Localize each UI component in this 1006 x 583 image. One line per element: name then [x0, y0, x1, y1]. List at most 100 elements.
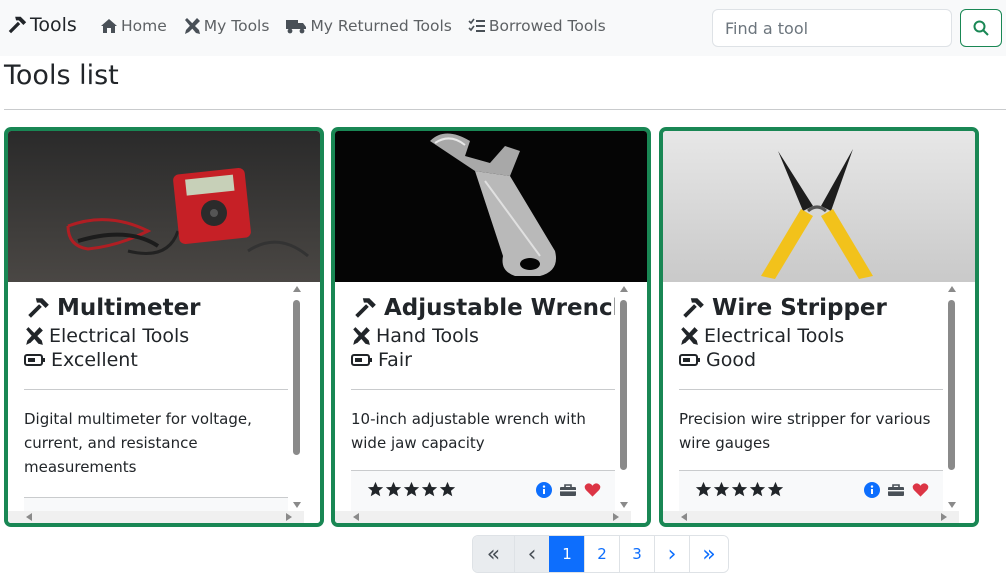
info-icon[interactable] [536, 482, 552, 498]
tool-condition: Excellent [24, 349, 138, 371]
vertical-scrollbar[interactable] [943, 282, 959, 511]
scroll-down-arrow[interactable] [948, 502, 956, 508]
nav-my-tools[interactable]: My Tools [183, 17, 270, 35]
hammer-icon [683, 298, 704, 318]
scroll-left-arrow[interactable] [353, 513, 359, 521]
battery-icon [679, 354, 700, 366]
tool-condition-label: Excellent [51, 349, 138, 371]
horizontal-scrollbar[interactable] [335, 511, 631, 523]
tool-category-label: Electrical Tools [704, 325, 845, 347]
star-icon [713, 481, 730, 497]
tool-name: Multimeter [24, 295, 201, 321]
tools-icon [26, 327, 43, 345]
pagination-page-3[interactable]: 3 [619, 536, 654, 572]
tool-category-label: Hand Tools [376, 325, 479, 347]
search-button[interactable] [960, 9, 1002, 47]
nav-my-returned-tools[interactable]: My Returned Tools [285, 17, 452, 35]
scroll-left-arrow[interactable] [681, 513, 687, 521]
card-body-scroll[interactable]: Adjustable Wrench Hand Tools Fair 10-inc… [335, 282, 647, 523]
pagination: « ‹ 1 2 3 › » [472, 535, 729, 573]
scrollbar-thumb[interactable] [948, 300, 955, 470]
card-body-scroll[interactable]: Wire Stripper Electrical Tools Good Prec… [663, 282, 975, 523]
search-input[interactable] [712, 9, 952, 47]
star-icon [767, 481, 784, 497]
tool-name: Wire Stripper [679, 295, 887, 321]
hammer-icon [355, 298, 376, 318]
tool-condition-label: Fair [378, 349, 412, 371]
rating-stars [695, 481, 784, 498]
tools-icon [681, 327, 698, 345]
horizontal-scrollbar[interactable] [663, 511, 959, 523]
home-icon [101, 19, 117, 33]
tool-description: Digital multimeter for voltage, current,… [24, 410, 252, 476]
tool-name-label: Multimeter [57, 295, 201, 321]
toolbox-icon[interactable] [887, 482, 905, 498]
scrollbar-thumb[interactable] [620, 300, 627, 470]
tool-name: Adjustable Wrench [351, 295, 615, 321]
tools-icon [184, 18, 200, 34]
scrollbar-thumb[interactable] [293, 300, 300, 455]
star-icon [403, 481, 420, 497]
card-footer [351, 470, 615, 511]
vertical-scrollbar[interactable] [288, 282, 304, 511]
tool-category: Electrical Tools [24, 325, 189, 347]
tool-card: Adjustable Wrench Hand Tools Fair 10-inc… [331, 127, 651, 527]
brand-link[interactable]: Tools [6, 14, 77, 36]
tool-card: Wire Stripper Electrical Tools Good Prec… [659, 127, 979, 527]
vertical-scrollbar[interactable] [615, 282, 631, 511]
tool-description: 10-inch adjustable wrench with wide jaw … [351, 410, 586, 452]
nav-borrowed-tools-label: Borrowed Tools [488, 17, 606, 35]
info-icon[interactable] [864, 482, 880, 498]
heart-icon[interactable] [912, 482, 929, 498]
scroll-down-arrow[interactable] [620, 502, 628, 508]
star-icon [439, 481, 456, 497]
scroll-right-arrow[interactable] [286, 513, 292, 521]
scroll-left-arrow[interactable] [26, 513, 32, 521]
tool-name-label: Adjustable Wrench [384, 295, 615, 321]
brand-label: Tools [30, 14, 77, 36]
tool-image [335, 131, 647, 282]
scroll-right-arrow[interactable] [941, 513, 947, 521]
tool-description: Precision wire stripper for various wire… [679, 410, 931, 452]
divider [4, 109, 1006, 110]
card-footer [679, 470, 943, 511]
battery-icon [351, 354, 372, 366]
toolbox-icon[interactable] [559, 482, 577, 498]
scroll-down-arrow[interactable] [293, 502, 301, 508]
tool-category-label: Electrical Tools [49, 325, 190, 347]
tool-condition: Fair [351, 349, 412, 371]
hammer-icon [28, 298, 49, 318]
nav-borrowed-tools[interactable]: Borrowed Tools [468, 17, 606, 35]
divider [351, 389, 615, 390]
star-icon [421, 481, 438, 497]
scroll-up-arrow[interactable] [293, 286, 301, 292]
pagination-last[interactable]: » [689, 536, 728, 572]
tool-condition: Good [679, 349, 756, 371]
hammer-icon [8, 16, 27, 34]
scroll-up-arrow[interactable] [620, 286, 628, 292]
star-icon [749, 481, 766, 497]
search-icon [973, 20, 989, 36]
card-body-scroll[interactable]: Multimeter Electrical Tools Excellent Di… [8, 282, 320, 523]
pagination-page-1[interactable]: 1 [549, 536, 584, 572]
scroll-up-arrow[interactable] [948, 286, 956, 292]
truck-icon [286, 20, 307, 34]
scroll-right-arrow[interactable] [613, 513, 619, 521]
tool-image [663, 131, 975, 282]
nav-my-tools-label: My Tools [203, 17, 270, 35]
list-check-icon [468, 18, 485, 32]
nav-home-label: Home [121, 17, 167, 35]
tool-category: Electrical Tools [679, 325, 844, 347]
heart-icon[interactable] [584, 482, 601, 498]
nav-my-returned-tools-label: My Returned Tools [310, 17, 452, 35]
pagination-page-2[interactable]: 2 [584, 536, 619, 572]
star-icon [385, 481, 402, 497]
nav-home[interactable]: Home [100, 17, 167, 35]
rating-stars [367, 481, 456, 498]
pagination-next[interactable]: › [654, 536, 689, 572]
top-navbar: Tools Home My Tools My Returned Tools Bo… [0, 0, 1006, 56]
tool-image [8, 131, 320, 282]
pagination-prev[interactable]: ‹ [514, 536, 549, 572]
pagination-first[interactable]: « [473, 536, 514, 572]
horizontal-scrollbar[interactable] [8, 511, 304, 523]
